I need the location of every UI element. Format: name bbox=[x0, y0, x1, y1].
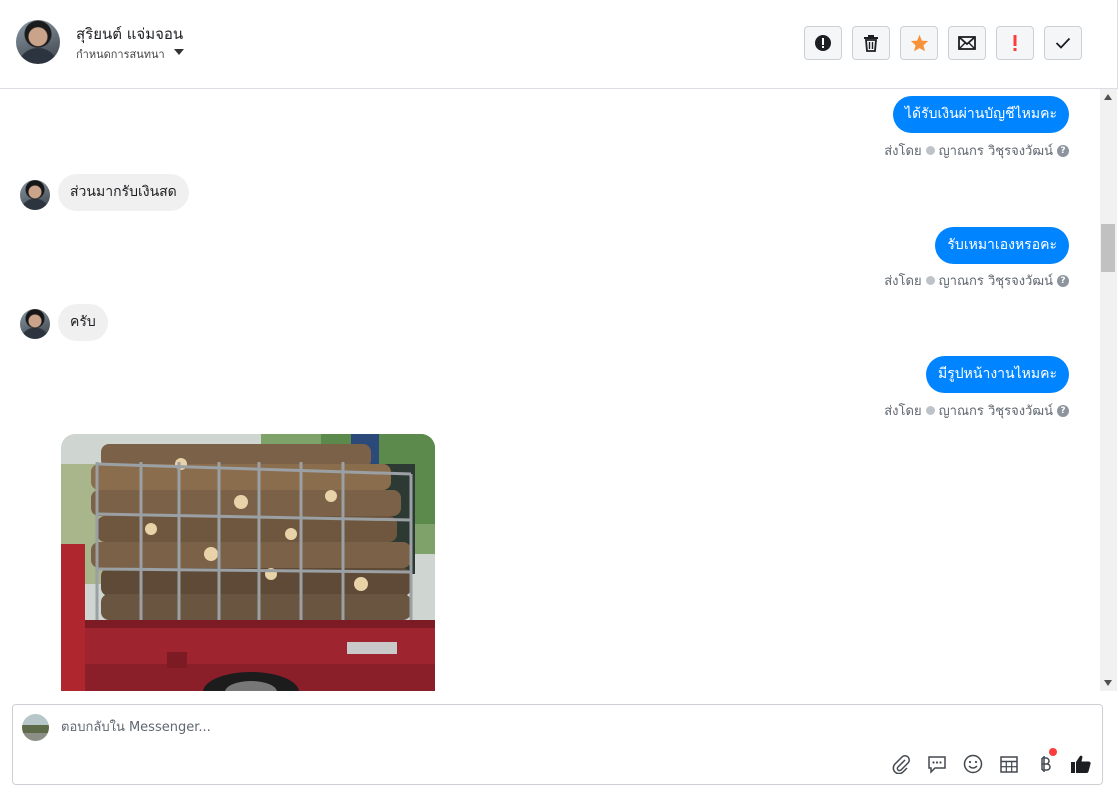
payment-button[interactable] bbox=[1034, 753, 1056, 775]
appointment-button[interactable] bbox=[998, 753, 1020, 775]
sent-by-label: ส่งโดย bbox=[884, 404, 922, 419]
envelope-icon bbox=[958, 36, 976, 50]
delete-button[interactable] bbox=[852, 26, 890, 60]
emoji-icon bbox=[963, 754, 983, 774]
question-circle-icon[interactable]: ? bbox=[1057, 404, 1069, 417]
outgoing-message[interactable]: รับเหมาเองหรอคะ bbox=[935, 227, 1069, 264]
follow-up-button[interactable] bbox=[996, 26, 1034, 60]
sent-by-label: ส่งโดย bbox=[884, 274, 922, 289]
sender-name: ญาณกร วิชุรจงวัฒน์ bbox=[938, 144, 1053, 159]
saved-replies-button[interactable] bbox=[926, 753, 948, 775]
contact-avatar-small[interactable] bbox=[20, 309, 50, 339]
notification-badge bbox=[1049, 748, 1057, 756]
sent-by-line: ส่งโดย ญาณกร วิชุรจงวัฒน์ ? bbox=[884, 400, 1069, 421]
mark-done-button[interactable] bbox=[1044, 26, 1082, 60]
sender-name: ญาณกร วิชุรจงวัฒน์ bbox=[938, 274, 1053, 289]
exclamation-circle-icon bbox=[815, 35, 831, 51]
incoming-message[interactable]: ครับ bbox=[58, 304, 108, 341]
outgoing-message[interactable]: ได้รับเงินผ่านบัญชีไหมคะ bbox=[892, 96, 1069, 133]
emoji-button[interactable] bbox=[962, 753, 984, 775]
scrollbar-thumb[interactable] bbox=[1101, 224, 1115, 272]
verified-icon bbox=[925, 146, 935, 155]
outgoing-message[interactable]: มีรูปหน้างานไหมคะ bbox=[926, 356, 1069, 393]
caret-down-icon[interactable] bbox=[174, 49, 184, 55]
reply-input[interactable] bbox=[61, 717, 761, 737]
sent-by-label: ส่งโดย bbox=[884, 144, 922, 159]
contact-name[interactable]: สุริยนต์ แจ่มจอน bbox=[76, 22, 183, 46]
thumbs-up-icon bbox=[1071, 755, 1091, 773]
question-circle-icon[interactable]: ? bbox=[1057, 144, 1069, 157]
contact-avatar[interactable] bbox=[16, 20, 60, 64]
page-avatar bbox=[22, 714, 49, 741]
mark-unread-button[interactable] bbox=[948, 26, 986, 60]
star-icon bbox=[910, 34, 928, 52]
sent-by-line: ส่งโดย ญาณกร วิชุรจงวัฒน์ ? bbox=[884, 140, 1069, 161]
attach-file-button[interactable] bbox=[890, 753, 912, 775]
incoming-message[interactable]: ส่วนมากรับเงินสด bbox=[58, 174, 189, 211]
saved-replies-icon bbox=[928, 756, 946, 774]
trash-icon bbox=[864, 35, 878, 52]
verified-icon bbox=[925, 276, 935, 285]
sent-by-line: ส่งโดย ญาณกร วิชุรจงวัฒน์ ? bbox=[884, 270, 1069, 291]
question-circle-icon[interactable]: ? bbox=[1057, 274, 1069, 287]
message-thread[interactable]: ได้รับเงินผ่านบัญชีไหมคะ ส่งโดย ญาณกร วิ… bbox=[0, 89, 1100, 691]
scroll-up-arrow-icon[interactable] bbox=[1104, 94, 1112, 100]
payment-baht-icon bbox=[1041, 756, 1051, 772]
scroll-down-arrow-icon[interactable] bbox=[1104, 680, 1112, 686]
exclamation-icon bbox=[1013, 35, 1017, 51]
report-spam-button[interactable] bbox=[804, 26, 842, 60]
verified-icon bbox=[925, 406, 935, 415]
star-button[interactable] bbox=[900, 26, 938, 60]
paperclip-icon bbox=[892, 755, 910, 774]
conversation-settings-link[interactable]: กำหนดการสนทนา bbox=[76, 45, 165, 63]
appointment-icon bbox=[1000, 756, 1018, 773]
contact-avatar-small[interactable] bbox=[20, 180, 50, 210]
checkmark-icon bbox=[1055, 37, 1071, 49]
truck-with-logs-image bbox=[61, 434, 435, 691]
conversation-header: สุริยนต์ แจ่มจอน กำหนดการสนทนา bbox=[0, 0, 1118, 89]
like-button[interactable] bbox=[1070, 753, 1092, 775]
reply-composer bbox=[12, 704, 1103, 785]
attached-photo[interactable] bbox=[61, 434, 435, 691]
scrollbar-track[interactable] bbox=[1100, 89, 1117, 691]
sender-name: ญาณกร วิชุรจงวัฒน์ bbox=[938, 404, 1053, 419]
